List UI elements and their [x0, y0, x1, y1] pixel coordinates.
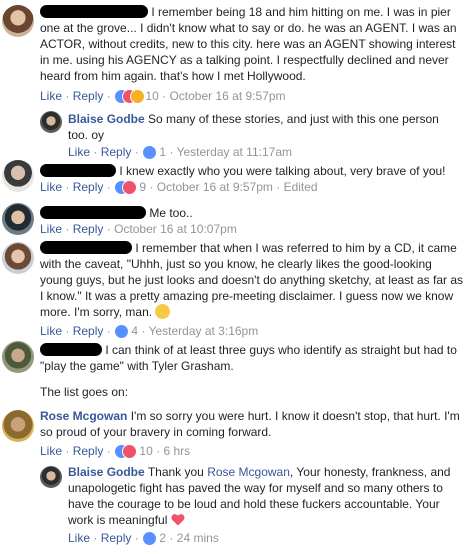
timestamp[interactable]: October 16 at 9:57pm: [169, 89, 285, 103]
comment-actions: Like · Reply · 2 · 24 mins: [68, 531, 219, 546]
comment-text: I can think of at least three guys who i…: [40, 343, 457, 373]
avatar[interactable]: [40, 466, 62, 488]
timestamp[interactable]: October 16 at 10:07pm: [114, 222, 237, 236]
avatar[interactable]: [40, 111, 62, 133]
author-name[interactable]: Blaise Godbe: [68, 465, 145, 479]
comment-body: Me too..: [40, 205, 464, 221]
reply-button[interactable]: Reply: [73, 180, 104, 194]
like-button[interactable]: Like: [40, 222, 62, 236]
timestamp[interactable]: Yesterday at 11:17am: [177, 145, 292, 159]
reply-button[interactable]: Reply: [73, 89, 104, 103]
timestamp[interactable]: 24 mins: [177, 531, 219, 545]
comment-text-start: Thank you: [147, 465, 204, 479]
reactions-icon[interactable]: [114, 444, 138, 459]
comment-actions: Like · Reply · 9 · October 16 at 9:57pm …: [40, 180, 318, 195]
comment-actions: Like · Reply · 4 · Yesterday at 3:16pm: [40, 324, 259, 339]
reaction-count[interactable]: 2: [159, 531, 166, 545]
reply-button[interactable]: Reply: [73, 324, 104, 338]
heart-icon: [171, 514, 185, 526]
reaction-count[interactable]: 9: [139, 180, 146, 194]
redacted-name: [40, 164, 116, 177]
reply-button[interactable]: Reply: [73, 444, 104, 458]
like-button[interactable]: Like: [68, 531, 90, 545]
author-name[interactable]: Blaise Godbe: [68, 112, 145, 126]
edited-label[interactable]: Edited: [284, 180, 318, 194]
reply-button[interactable]: Reply: [101, 145, 132, 159]
reactions-icon[interactable]: [114, 89, 146, 104]
like-reaction-icon[interactable]: [142, 145, 158, 160]
author-name[interactable]: Rose Mcgowan: [40, 409, 127, 423]
reaction-count[interactable]: 10: [139, 444, 152, 458]
like-button[interactable]: Like: [68, 145, 90, 159]
like-button[interactable]: Like: [40, 444, 62, 458]
like-button[interactable]: Like: [40, 324, 62, 338]
like-reaction-icon[interactable]: [142, 531, 158, 546]
comment-actions: Like · Reply · October 16 at 10:07pm: [40, 222, 237, 236]
redacted-name: [40, 343, 102, 356]
comment-body: I remember being 18 and him hitting on m…: [40, 4, 464, 84]
avatar[interactable]: [2, 160, 34, 192]
reply-button[interactable]: Reply: [73, 222, 104, 236]
reaction-count[interactable]: 4: [131, 324, 138, 338]
comment-text: I knew exactly who you were talking abou…: [119, 164, 446, 178]
timestamp[interactable]: Yesterday at 3:16pm: [149, 324, 259, 338]
comment-actions: Like · Reply · 10 · 6 hrs: [40, 444, 191, 459]
timestamp[interactable]: October 16 at 9:57pm: [157, 180, 273, 194]
mention-link[interactable]: Rose Mcgowan: [207, 465, 290, 479]
redacted-name: [40, 5, 148, 18]
comment-text: Me too..: [149, 206, 193, 220]
comment-followup: The list goes on:: [40, 385, 129, 399]
like-button[interactable]: Like: [40, 180, 62, 194]
timestamp[interactable]: 6 hrs: [163, 444, 190, 458]
reactions-icon[interactable]: [114, 180, 138, 195]
like-button[interactable]: Like: [40, 89, 62, 103]
comment-actions: Like · Reply · 1 · Yesterday at 11:17am: [68, 145, 292, 160]
reaction-count[interactable]: 1: [159, 145, 166, 159]
comment-body: I knew exactly who you were talking abou…: [40, 163, 464, 179]
avatar[interactable]: [2, 5, 34, 37]
reaction-count[interactable]: 10: [145, 89, 158, 103]
comment-body: Blaise Godbe Thank you Rose Mcgowan, You…: [68, 464, 464, 528]
comment-body: Rose Mcgowan I'm so sorry you were hurt.…: [40, 408, 464, 440]
comment-actions: Like · Reply · 10 · October 16 at 9:57pm: [40, 89, 286, 104]
avatar[interactable]: [2, 203, 34, 235]
comment-body: Blaise Godbe So many of these stories, a…: [68, 111, 462, 143]
confused-face-icon: [155, 304, 171, 319]
reply-button[interactable]: Reply: [101, 531, 132, 545]
avatar[interactable]: [2, 242, 34, 274]
redacted-name: [40, 241, 132, 254]
comment-body: I remember that when I was referred to h…: [40, 240, 464, 320]
redacted-name: [40, 206, 146, 219]
avatar[interactable]: [2, 341, 34, 373]
avatar[interactable]: [2, 410, 34, 442]
like-reaction-icon[interactable]: [114, 324, 130, 339]
comment-body: I can think of at least three guys who i…: [40, 342, 464, 374]
